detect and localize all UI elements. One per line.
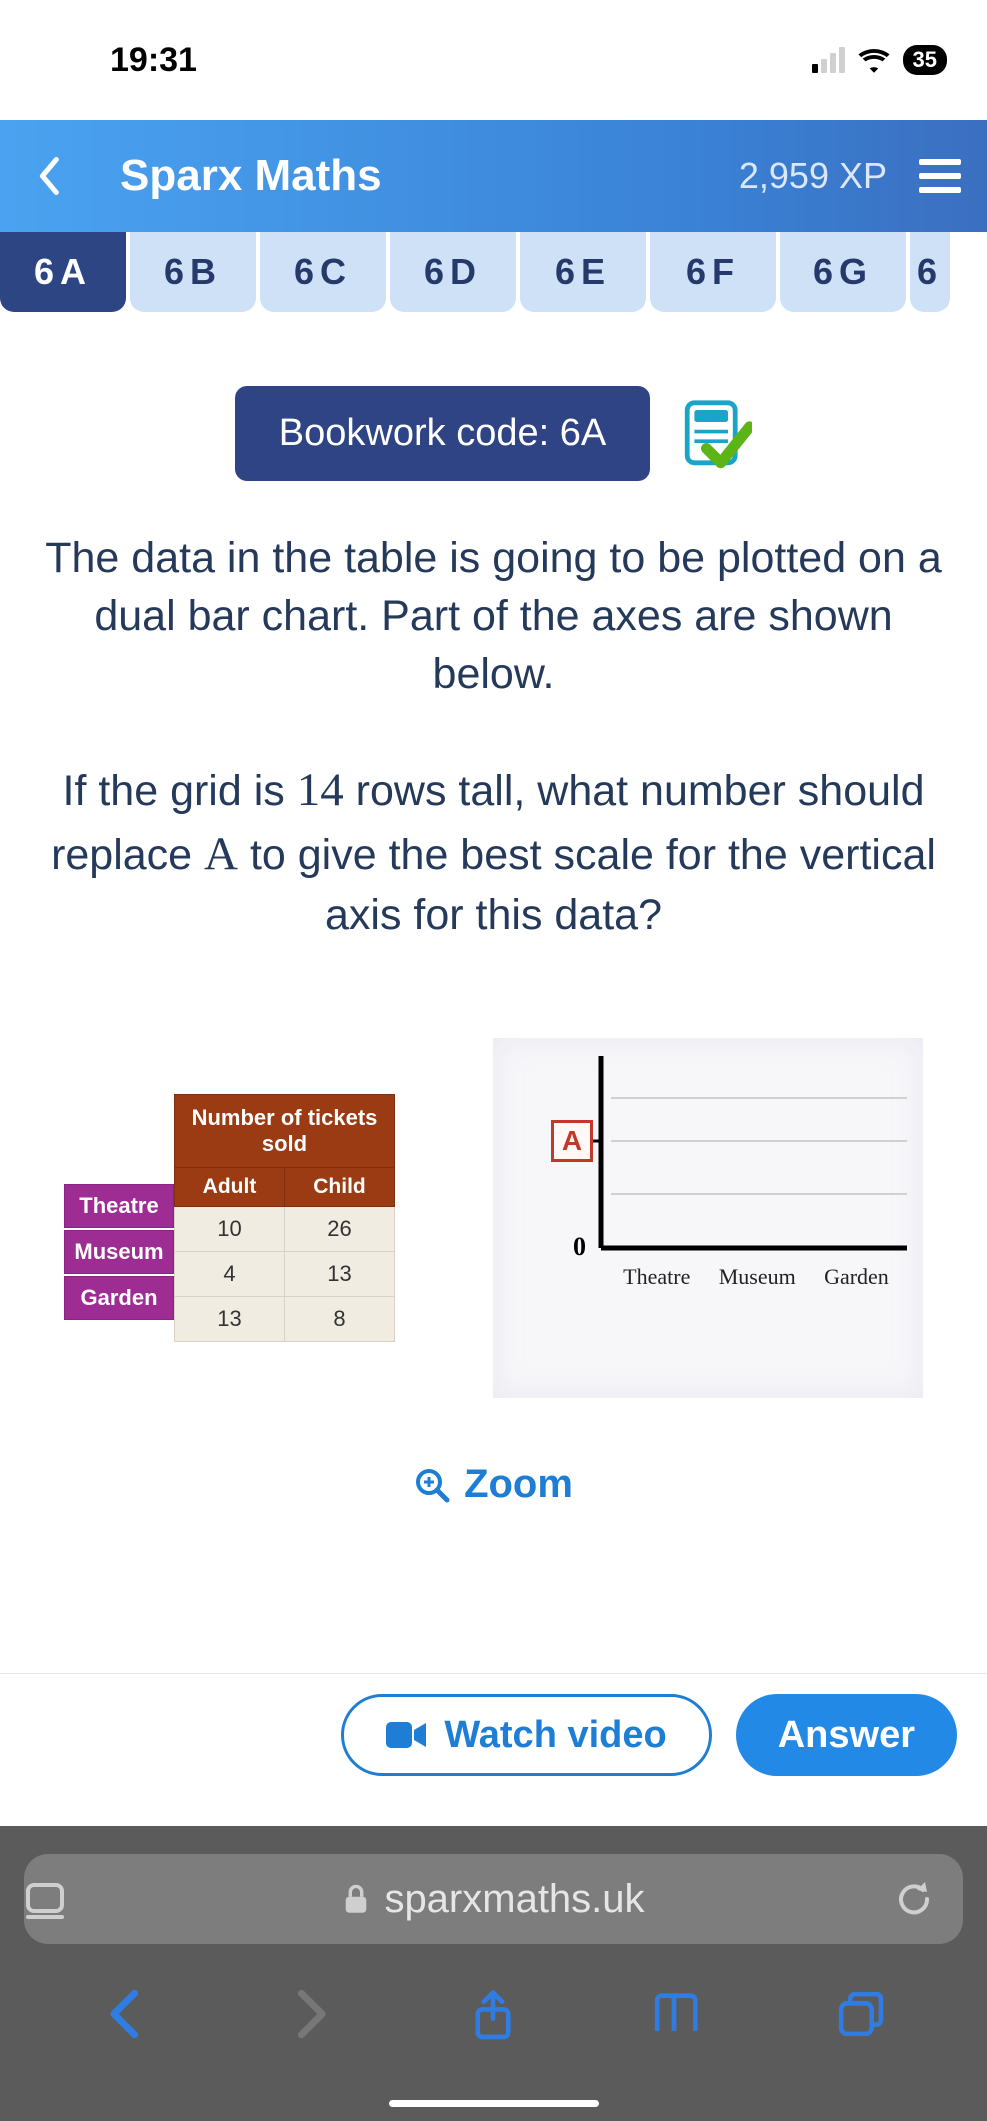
- url-text: sparxmaths.uk: [384, 1877, 644, 1922]
- app-title: Sparx Maths: [120, 151, 382, 201]
- status-time: 19:31: [110, 41, 197, 80]
- table-cell: 4: [175, 1252, 285, 1297]
- menu-button[interactable]: [913, 153, 967, 199]
- wifi-icon: [857, 47, 891, 73]
- tab-6e[interactable]: 6E: [520, 232, 646, 312]
- row-label: Garden: [64, 1276, 174, 1320]
- share-icon[interactable]: [467, 1988, 519, 2040]
- axis-marker-a: A: [551, 1120, 593, 1162]
- battery-level: 35: [903, 45, 947, 75]
- calculator-check-icon: [680, 398, 752, 470]
- row-label: Museum: [64, 1230, 174, 1274]
- home-indicator[interactable]: [389, 2100, 599, 2107]
- table-cell: 26: [285, 1207, 395, 1252]
- cellular-icon: [812, 47, 845, 73]
- table-cell: 13: [285, 1252, 395, 1297]
- browser-forward-icon: [284, 1988, 336, 2040]
- question-p1: The data in the table is going to be plo…: [34, 529, 953, 703]
- row-label: Theatre: [64, 1184, 174, 1228]
- lock-icon: [342, 1883, 370, 1915]
- xp-count: 2,959 XP: [739, 155, 887, 197]
- status-bar: 19:31 35: [0, 0, 987, 120]
- table-cell: 13: [175, 1297, 285, 1342]
- zoom-icon: [414, 1467, 450, 1503]
- answer-label: Answer: [778, 1714, 915, 1757]
- tab-6b[interactable]: 6B: [130, 232, 256, 312]
- app-header: Sparx Maths 2,959 XP: [0, 120, 987, 232]
- axis-zero: 0: [573, 1232, 586, 1262]
- tab-row: 6A 6B 6C 6D 6E 6F 6G 6: [0, 232, 987, 312]
- tab-6c[interactable]: 6C: [260, 232, 386, 312]
- tab-next[interactable]: 6: [910, 232, 950, 312]
- tab-6d[interactable]: 6D: [390, 232, 516, 312]
- x-cat: Garden: [824, 1264, 889, 1290]
- tab-6a[interactable]: 6A: [0, 232, 126, 312]
- question-p2: If the grid is 14 rows tall, what number…: [34, 759, 953, 944]
- video-icon: [386, 1720, 426, 1750]
- zoom-label: Zoom: [464, 1462, 573, 1507]
- tab-6g[interactable]: 6G: [780, 232, 906, 312]
- reload-icon[interactable]: [893, 1878, 935, 1920]
- browser-back-icon[interactable]: [100, 1988, 152, 2040]
- question-area: Bookwork code: 6A The data in the table …: [0, 312, 987, 1673]
- col-header: Adult: [175, 1168, 285, 1207]
- zoom-button[interactable]: Zoom: [414, 1462, 573, 1507]
- x-cat: Theatre: [623, 1264, 690, 1290]
- watch-video-label: Watch video: [444, 1714, 666, 1757]
- battery-indicator: 35: [903, 45, 947, 75]
- bookwork-badge: Bookwork code: 6A: [235, 386, 650, 481]
- action-bar: Watch video Answer: [0, 1673, 987, 1826]
- table-cell: 10: [175, 1207, 285, 1252]
- x-cat: Museum: [719, 1264, 796, 1290]
- col-header: Child: [285, 1168, 395, 1207]
- watch-video-button[interactable]: Watch video: [341, 1694, 711, 1776]
- bookmarks-icon[interactable]: [651, 1988, 703, 2040]
- data-table: Theatre Museum Garden Number of tickets …: [64, 1094, 395, 1342]
- tab-6f[interactable]: 6F: [650, 232, 776, 312]
- question-text: The data in the table is going to be plo…: [24, 481, 963, 944]
- figure-row: Theatre Museum Garden Number of tickets …: [24, 944, 963, 1398]
- back-button[interactable]: [20, 157, 80, 195]
- table-title: Number of tickets sold: [175, 1095, 395, 1168]
- browser-chrome: sparxmaths.uk: [0, 1826, 987, 2121]
- tab-overview-icon[interactable]: [18, 1871, 74, 1927]
- table-cell: 8: [285, 1297, 395, 1342]
- tabs-icon[interactable]: [835, 1988, 887, 2040]
- axes-sketch: A 0 Theatre Museum Garden: [493, 1038, 923, 1398]
- answer-button[interactable]: Answer: [736, 1694, 957, 1776]
- url-bar[interactable]: sparxmaths.uk: [24, 1854, 963, 1944]
